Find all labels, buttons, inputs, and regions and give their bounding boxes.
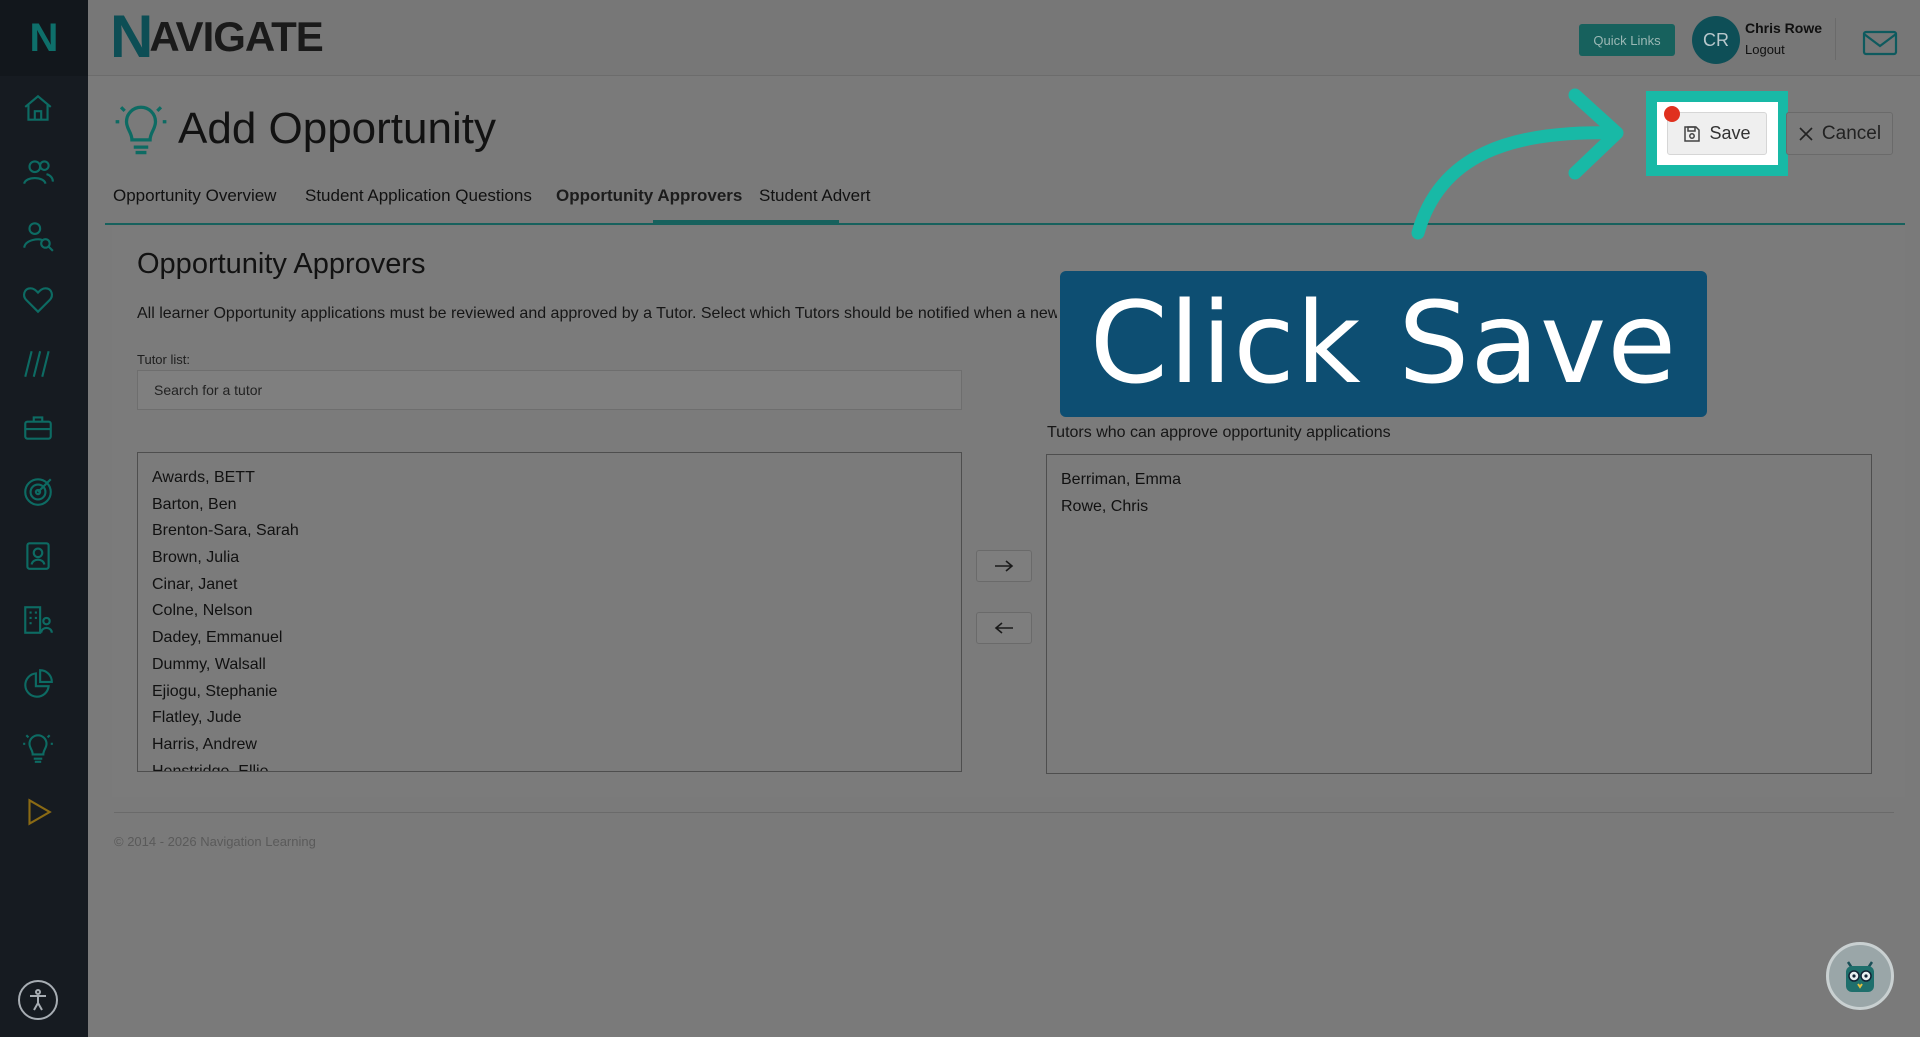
list-item[interactable]: Cinar, Janet [152, 572, 947, 599]
list-item[interactable]: Harris, Andrew [152, 732, 947, 759]
logo-text: AVIGATE [149, 13, 323, 60]
tab-opportunity-approvers[interactable]: Opportunity Approvers [556, 186, 742, 206]
slashes-icon[interactable] [16, 342, 60, 386]
cancel-button[interactable]: Cancel [1786, 112, 1893, 155]
floppy-disk-icon [1684, 125, 1701, 142]
accessibility-icon[interactable] [18, 980, 58, 1020]
active-tab-indicator [653, 220, 839, 223]
logo-letter: N [29, 15, 59, 60]
list-item[interactable]: Dummy, Walsall [152, 652, 947, 679]
list-item[interactable]: Colne, Nelson [152, 598, 947, 625]
section-title: Opportunity Approvers [137, 248, 426, 280]
list-item[interactable]: Henstridge, Ellie [152, 759, 947, 771]
sidebar: N [0, 0, 88, 1037]
pie-chart-icon[interactable] [16, 662, 60, 706]
list-item[interactable]: Dadey, Emmanuel [152, 625, 947, 652]
section-description: All learner Opportunity applications mus… [137, 305, 1057, 322]
quick-links-button[interactable]: Quick Links [1579, 24, 1675, 56]
top-header: N AVIGATE Quick Links CR Chris Rowe Logo… [88, 0, 1920, 76]
owl-mascot-icon [1846, 961, 1874, 992]
cancel-label: Cancel [1821, 122, 1882, 144]
briefcase-icon[interactable] [16, 406, 60, 450]
logout-link[interactable]: Logout [1745, 42, 1785, 57]
tab-student-advert[interactable]: Student Advert [759, 186, 871, 206]
home-icon[interactable] [16, 86, 60, 130]
navigate-logo[interactable]: N AVIGATE [110, 3, 324, 70]
list-item[interactable]: Brown, Julia [152, 545, 947, 572]
sidebar-logo[interactable]: N [0, 0, 88, 76]
tutor-list[interactable]: Awards, BETT Barton, Ben Brenton-Sara, S… [137, 452, 962, 772]
approvers-list[interactable]: Berriman, Emma Rowe, Chris [1046, 454, 1872, 774]
header-divider [1835, 18, 1836, 60]
list-item[interactable]: Rowe, Chris [1061, 494, 1857, 521]
lightbulb-title-icon [112, 100, 170, 158]
close-icon [1799, 126, 1813, 141]
tutor-search-input[interactable]: Search for a tutor [137, 370, 962, 410]
target-icon[interactable] [16, 470, 60, 514]
list-item[interactable]: Barton, Ben [152, 492, 947, 519]
list-item[interactable]: Ejiogu, Stephanie [152, 679, 947, 706]
list-item[interactable]: Brenton-Sara, Sarah [152, 518, 947, 545]
app: N N AVIGATE Quick Links CR Chris Rowe Lo… [0, 0, 1920, 1037]
avatar[interactable]: CR [1692, 16, 1740, 64]
help-assistant-icon[interactable] [1826, 942, 1894, 1010]
user-search-icon[interactable] [16, 214, 60, 258]
contact-card-icon[interactable] [16, 534, 60, 578]
list-item[interactable]: Berriman, Emma [1061, 467, 1857, 494]
tutor-list-label: Tutor list: [137, 352, 190, 367]
list-item[interactable]: Awards, BETT [152, 465, 947, 492]
arrow-right-icon [995, 560, 1014, 572]
click-indicator-dot [1664, 106, 1680, 122]
mail-icon[interactable] [1860, 22, 1900, 62]
arrow-left-icon [994, 622, 1013, 634]
curved-arrow-icon [1411, 88, 1624, 240]
lightbulb-icon[interactable] [16, 726, 60, 770]
save-label: Save [1709, 123, 1751, 143]
tab-student-application-questions[interactable]: Student Application Questions [305, 186, 532, 206]
building-people-icon[interactable] [16, 598, 60, 642]
approvers-label: Tutors who can approve opportunity appli… [1047, 424, 1391, 441]
remove-approver-button[interactable] [976, 612, 1032, 644]
list-item[interactable]: Flatley, Jude [152, 705, 947, 732]
heart-icon[interactable] [16, 278, 60, 322]
page-title: Add Opportunity [178, 104, 496, 153]
save-button[interactable]: Save [1667, 112, 1767, 155]
logo-initial: N [110, 3, 153, 70]
instruction-callout: Click Save [1060, 271, 1707, 417]
footer-divider [114, 812, 1894, 813]
user-name: Chris Rowe [1745, 20, 1823, 36]
add-approver-button[interactable] [976, 550, 1032, 582]
tab-opportunity-overview[interactable]: Opportunity Overview [113, 186, 276, 206]
copyright: © 2014 - 2026 Navigation Learning [114, 834, 316, 849]
users-icon[interactable] [16, 150, 60, 194]
play-icon[interactable] [16, 790, 60, 834]
instruction-text: Click Save [1089, 279, 1678, 409]
